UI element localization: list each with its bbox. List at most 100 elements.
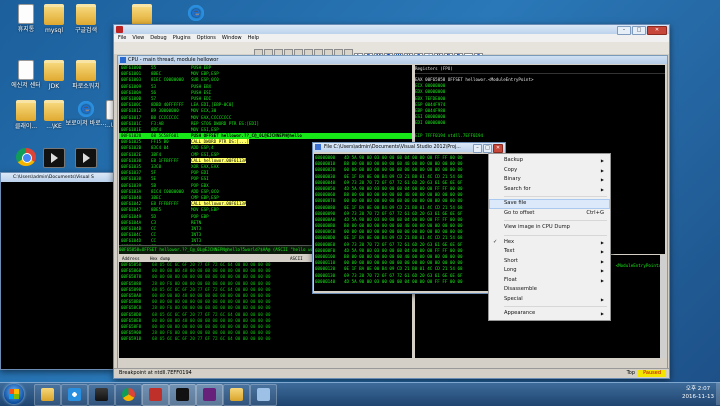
desktop-icon[interactable]: 파로소워치 [64, 60, 108, 90]
desktop-icon-label: 파로소워치 [72, 83, 100, 90]
context-menu-label: Binary [504, 176, 521, 182]
media-icon [95, 388, 108, 401]
disasm-op: CALL hellowor.00F6113A [191, 201, 247, 207]
stack-scrollbar[interactable] [660, 255, 665, 358]
maximize-button[interactable]: □ [632, 26, 646, 35]
register-row[interactable]: EIP 7FFF0194 ntdll.7EFF0194 [415, 133, 665, 139]
console-window[interactable]: C:\Users\admin\Documents\Visual S [0, 172, 114, 370]
menu-plugins[interactable]: Plugins [173, 34, 191, 42]
menu-file[interactable]: File [118, 34, 126, 42]
tray-clock[interactable]: 오후 2:07 2016-11-13 [682, 385, 714, 401]
disasm-op: POP EBP [191, 213, 209, 219]
context-menu-label: Go to offset [504, 209, 535, 216]
file-hex-row[interactable]: 00000140 4D 5A 90 00 03 00 00 00 04 00 00… [314, 279, 502, 285]
disasm-op: SUB ESP,0C0 [191, 77, 219, 83]
file-view-close-button[interactable]: ✕ [493, 144, 503, 153]
file-hex-bytes: 00 00 00 00 00 00 00 00 00 00 00 00 00 0… [344, 198, 463, 204]
file-hex-bytes: 0E 1F BA 0E 00 B4 09 CD 21 B8 01 4C CD 2… [344, 266, 463, 272]
taskbar-explorer-button[interactable] [34, 384, 61, 406]
start-button[interactable] [4, 384, 24, 404]
desktop-icon[interactable]: e [174, 4, 218, 24]
explorer-icon [41, 388, 54, 401]
context-menu-item[interactable]: Float ▶ [489, 276, 610, 286]
taskbar-olly-button[interactable] [142, 384, 169, 406]
desktop-icon[interactable] [64, 148, 108, 170]
registers-title: Registers (FPU) [415, 65, 665, 74]
taskbar-folder-button[interactable] [223, 384, 250, 406]
context-menu-item[interactable]: Binary ▶ [489, 175, 610, 185]
context-menu-item[interactable]: Backup ▶ [489, 156, 610, 166]
file-view-window[interactable]: File C:\Users\admin\Documents\Visual Stu… [312, 142, 506, 294]
context-menu-item[interactable]: Go to offset Ctrl+G [489, 209, 610, 219]
disasm-op: POP ESI [191, 176, 209, 182]
disasm-op: INT3 [191, 225, 202, 231]
disasm-op: MOV EBP,ESP [191, 71, 219, 77]
menu-view[interactable]: View [132, 34, 144, 42]
context-menu-label: Special [504, 295, 523, 302]
disasm-op: INT3 [191, 238, 202, 244]
taskbar-window-button[interactable] [250, 384, 277, 406]
disasm-op: POP EDI [191, 170, 209, 176]
file-hex-bytes: B8 00 00 00 00 00 00 00 40 00 00 00 00 0… [344, 192, 463, 198]
context-menu-label: Appearance [504, 310, 536, 316]
file-hex-pane[interactable]: 00000000 4D 5A 90 00 03 00 00 00 04 00 00… [314, 154, 502, 291]
context-menu-item[interactable]: Text ▶ [489, 247, 610, 257]
menu-separator [504, 220, 607, 221]
disasm-op: ADD ESP,4 [191, 145, 214, 151]
file-view-title-bar[interactable]: File C:\Users\admin\Documents\Visual Stu… [313, 143, 505, 153]
context-menu-item[interactable]: Long ▶ [489, 266, 610, 276]
menu-options[interactable]: Options [197, 34, 216, 42]
taskbar-cmd-button[interactable] [169, 384, 196, 406]
context-menu-item[interactable]: Disassemble [489, 285, 610, 295]
context-menu-item[interactable]: Short ▶ [489, 257, 610, 267]
console-title-bar[interactable]: C:\Users\admin\Documents\Visual S [1, 173, 113, 182]
file-view-maximize-button[interactable]: □ [483, 144, 492, 153]
context-menu-label: Text [504, 248, 515, 254]
taskbar-media-button[interactable] [88, 384, 115, 406]
file-hex-bytes: 4D 5A 90 00 03 00 00 00 04 00 00 00 FF F… [344, 278, 463, 284]
context-menu-item[interactable]: Copy ▶ [489, 166, 610, 176]
media-icon [75, 148, 97, 168]
menu-window[interactable]: Window [222, 34, 242, 42]
taskbar-visual-studio-button[interactable] [196, 384, 223, 406]
show-desktop-button[interactable] [716, 383, 720, 405]
ollydbg-title-bar[interactable]: – □ ✕ [114, 25, 669, 35]
stack-entry-text: <ModuleEntryPoint> [615, 263, 661, 268]
file-hex-bytes: 69 73 20 70 72 6F 67 72 61 6D 20 63 61 6… [344, 241, 463, 247]
ie-icon: e [186, 4, 206, 22]
desktop-icon[interactable]: 구글검색 [64, 4, 108, 34]
disasm-op: ADD ESP,0C0 [191, 188, 219, 194]
context-menu-item[interactable]: Search for ▶ [489, 185, 610, 195]
minimize-button[interactable]: – [617, 26, 631, 35]
menu-debug[interactable]: Debug [150, 34, 166, 42]
dump-col-address: Address [122, 256, 140, 261]
context-menu-label: Long [504, 267, 517, 273]
disasm-op: MOV ESP,EBP [191, 207, 219, 213]
file-view-minimize-button[interactable]: – [473, 144, 482, 153]
context-menu-item[interactable]: Special ▶ [489, 295, 610, 305]
status-paused: Paused [638, 370, 666, 377]
menu-separator [504, 234, 607, 236]
dump-address: 00F65918 [121, 336, 142, 342]
ollydbg-toolbar: LEMTWHC/KBR...S [114, 42, 669, 62]
disasm-op: CALL hellowor.00F6113A [191, 157, 247, 163]
submenu-arrow-icon: ▶ [600, 186, 604, 192]
disasm-info-text: 00F65858=OFFSET hellowor.??_C@_0L@EJCNNE… [119, 247, 326, 252]
dump-col-hex: Hex dump [150, 256, 171, 261]
context-menu-item[interactable]: View image in CPU Dump [489, 223, 610, 233]
taskbar-ie-button[interactable] [61, 384, 88, 406]
close-button[interactable]: ✕ [647, 26, 667, 35]
context-menu-shortcut: Ctrl+G [586, 209, 604, 216]
file-view-title: File C:\Users\admin\Documents\Visual Stu… [324, 145, 461, 150]
stack-entry: <ModuleEntryPoint> [616, 263, 661, 269]
file-hex-bytes: 00 00 00 00 00 00 00 00 00 00 00 00 00 0… [344, 260, 463, 266]
context-menu-item[interactable]: Save file [489, 199, 610, 209]
context-menu-item[interactable]: Appearance ▶ [489, 309, 610, 319]
menu-help[interactable]: Help [248, 34, 259, 42]
media-icon [43, 148, 65, 168]
folder-icon [44, 4, 64, 25]
dump-row[interactable]: 00F65918 68 65 6C 6C 6F 20 77 6F 72 6C 64… [119, 336, 412, 342]
taskbar-chrome-button[interactable] [115, 384, 142, 406]
context-menu-item[interactable]: Hex ✓ ▶ [489, 238, 610, 248]
disasm-op: CMP EBP,ESP [191, 194, 219, 200]
